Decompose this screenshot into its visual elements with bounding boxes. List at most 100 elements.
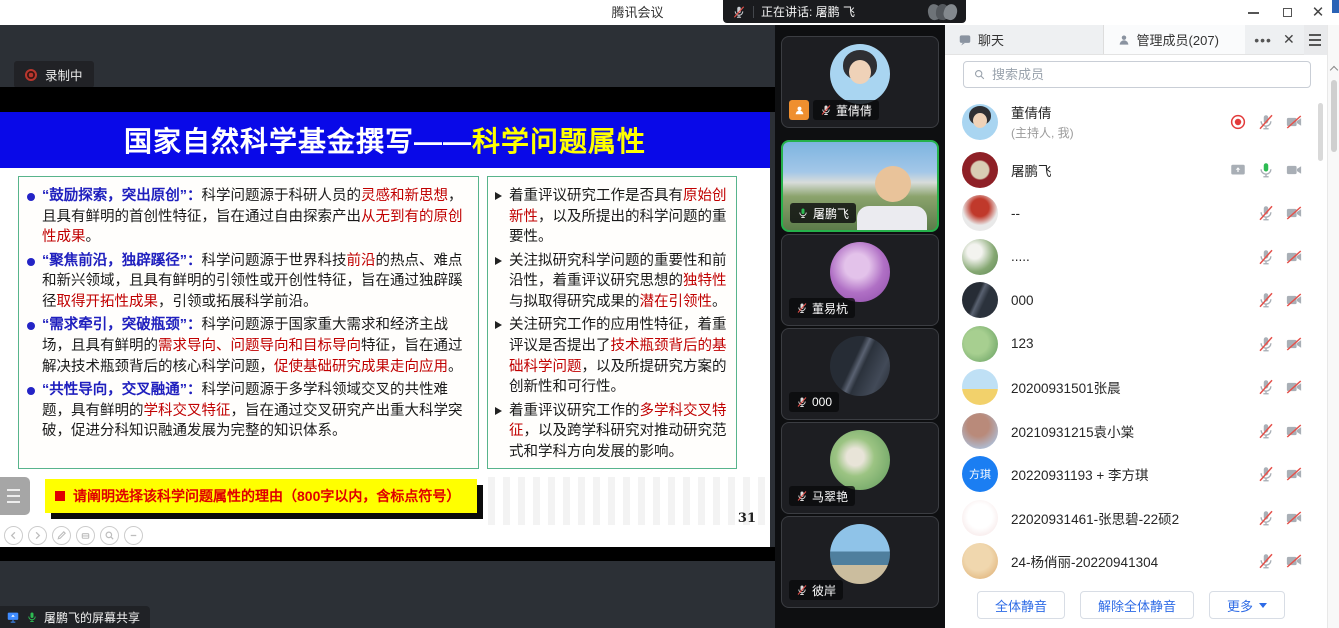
mic-muted-icon <box>820 104 832 116</box>
avatar <box>830 242 890 302</box>
slide-bullet: “鼓励探索，突出原创”：科学问题源于科研人员的灵感和新思想，且具有鲜明的首创性特… <box>27 186 468 248</box>
bullet-dot-icon <box>27 387 35 395</box>
arrow-bullet-icon <box>495 321 502 329</box>
maximize-button[interactable] <box>1272 0 1302 25</box>
camera-on-icon[interactable] <box>1285 161 1303 179</box>
slide-bullet: “共性导向，交叉融通”：科学问题源于多学科领域交叉的共性难题，具有鲜明的学科交叉… <box>27 380 468 442</box>
camera-muted-icon[interactable] <box>1285 378 1303 396</box>
mic-muted-icon <box>732 5 746 19</box>
minimize-button[interactable] <box>1238 0 1268 25</box>
member-row[interactable]: 000 <box>945 279 1317 323</box>
menu-button[interactable] <box>1304 25 1327 55</box>
video-tile-active-speaker[interactable]: 屠鹏飞 <box>781 140 939 232</box>
member-list: 董倩倩 (主持人, 我) 屠鹏飞 <box>945 95 1317 583</box>
mic-on-icon[interactable] <box>1257 161 1275 179</box>
camera-muted-icon[interactable] <box>1285 335 1303 353</box>
square-bullet-icon <box>55 491 65 501</box>
recording-icon <box>1229 113 1247 131</box>
panel-footer: 全体静音 解除全体静音 更多 <box>945 591 1317 619</box>
unmute-all-button[interactable]: 解除全体静音 <box>1080 591 1194 619</box>
magnifier-tool-button[interactable] <box>100 526 119 545</box>
avatar <box>962 282 998 318</box>
member-name: 屠鹏飞 <box>1011 160 1052 180</box>
more-options-button[interactable]: ••• <box>1254 32 1272 48</box>
close-panel-button[interactable]: ✕ <box>1283 31 1295 48</box>
record-icon <box>25 69 37 81</box>
pen-tool-button[interactable] <box>52 526 71 545</box>
video-tile[interactable]: 马翠艳 <box>781 422 939 514</box>
mic-muted-icon[interactable] <box>1257 204 1275 222</box>
next-slide-button[interactable] <box>28 526 47 545</box>
slide-left-column: “鼓励探索，突出原创”：科学问题源于科研人员的灵感和新思想，且具有鲜明的首创性特… <box>18 176 479 469</box>
participant-name: 董倩倩 <box>836 102 872 119</box>
member-list-scrollbar[interactable] <box>1318 103 1323 161</box>
member-row[interactable]: 20200931501张晨 <box>945 366 1317 410</box>
camera-muted-icon[interactable] <box>1285 465 1303 483</box>
speaking-label: 正在讲话: 屠鹏 飞 <box>761 3 855 20</box>
participant-name-pill: 董倩倩 <box>813 100 879 120</box>
window-title: 腾讯会议 <box>0 0 1275 25</box>
search-icon <box>973 68 986 81</box>
video-tile[interactable]: 董易杭 <box>781 234 939 326</box>
window-scrollbar[interactable] <box>1327 25 1339 628</box>
tab-members[interactable]: 管理成员(207) <box>1104 25 1246 54</box>
camera-muted-icon[interactable] <box>1285 291 1303 309</box>
mute-all-button[interactable]: 全体静音 <box>977 591 1065 619</box>
camera-muted-icon[interactable] <box>1285 509 1303 527</box>
arrow-bullet-icon <box>495 407 502 415</box>
eraser-tool-button[interactable] <box>76 526 95 545</box>
avatar <box>830 430 890 490</box>
tab-chat-label: 聊天 <box>978 30 1004 49</box>
member-row[interactable]: ..... <box>945 235 1317 279</box>
member-row[interactable]: -- <box>945 192 1317 236</box>
chevron-down-icon <box>1259 603 1267 608</box>
more-button[interactable]: 更多 <box>1209 591 1285 619</box>
mic-muted-icon[interactable] <box>1257 465 1275 483</box>
mic-on-icon <box>26 611 38 623</box>
close-button[interactable]: ✕ <box>1304 0 1332 25</box>
member-row[interactable]: 董倩倩 (主持人, 我) <box>945 95 1317 148</box>
camera-muted-icon[interactable] <box>1285 422 1303 440</box>
mic-muted-icon[interactable] <box>1257 113 1275 131</box>
member-row[interactable]: 22020931461-张思碧-22硕2 <box>945 496 1317 540</box>
scrollbar-thumb[interactable] <box>1331 80 1337 152</box>
letterbox-top <box>0 87 775 112</box>
member-search-box[interactable] <box>963 61 1311 88</box>
avatar <box>962 152 998 188</box>
camera-muted-icon[interactable] <box>1285 248 1303 266</box>
mic-on-icon <box>797 207 809 219</box>
mic-muted-icon[interactable] <box>1257 552 1275 570</box>
member-row[interactable]: 24-杨俏丽-20220941304 <box>945 540 1317 584</box>
host-badge-icon <box>789 100 809 120</box>
member-row[interactable]: 方琪 20220931193 + 李方琪 <box>945 453 1317 497</box>
member-row[interactable]: 20210931215袁小棠 <box>945 409 1317 453</box>
previous-slide-button[interactable] <box>4 526 23 545</box>
search-input[interactable] <box>992 67 1301 82</box>
tencent-meeting-window: 腾讯会议 ✕ 正在讲话: 屠鹏 飞 录制中 国家自然科学基金撰写——科学问题属性… <box>0 0 1339 628</box>
member-row[interactable]: 屠鹏飞 <box>945 148 1317 192</box>
scroll-up-icon[interactable] <box>1329 66 1337 74</box>
mic-muted-icon[interactable] <box>1257 378 1275 396</box>
camera-muted-icon[interactable] <box>1285 552 1303 570</box>
speaker-face <box>875 166 911 202</box>
camera-muted-icon[interactable] <box>1285 204 1303 222</box>
more-tools-button[interactable] <box>124 526 143 545</box>
video-tile[interactable]: 彼岸 <box>781 516 939 608</box>
raised-hands-icon <box>933 4 957 20</box>
mic-muted-icon[interactable] <box>1257 291 1275 309</box>
mic-muted-icon[interactable] <box>1257 248 1275 266</box>
tab-chat[interactable]: 聊天 <box>945 25 1104 54</box>
avatar <box>830 44 890 104</box>
video-tile[interactable]: 董倩倩 <box>781 36 939 128</box>
mic-muted-icon[interactable] <box>1257 335 1275 353</box>
member-row[interactable]: 123 <box>945 322 1317 366</box>
bullet-text: 着重评议研究工作的多学科交叉特征，以及跨学科研究对推动研究范式和学科方向发展的影… <box>509 401 728 463</box>
video-tile[interactable]: 000 <box>781 328 939 420</box>
members-panel: 聊天 管理成员(207) ••• ✕ <box>945 25 1327 628</box>
camera-muted-icon[interactable] <box>1285 113 1303 131</box>
members-icon <box>1117 33 1131 47</box>
mic-muted-icon[interactable] <box>1257 422 1275 440</box>
mic-muted-icon[interactable] <box>1257 509 1275 527</box>
slide-panel-toggle[interactable] <box>0 477 30 515</box>
slide-right-column: 着重评议研究工作是否具有原始创新性，以及所提出的科学问题的重要性。 关注拟研究科… <box>487 176 737 469</box>
